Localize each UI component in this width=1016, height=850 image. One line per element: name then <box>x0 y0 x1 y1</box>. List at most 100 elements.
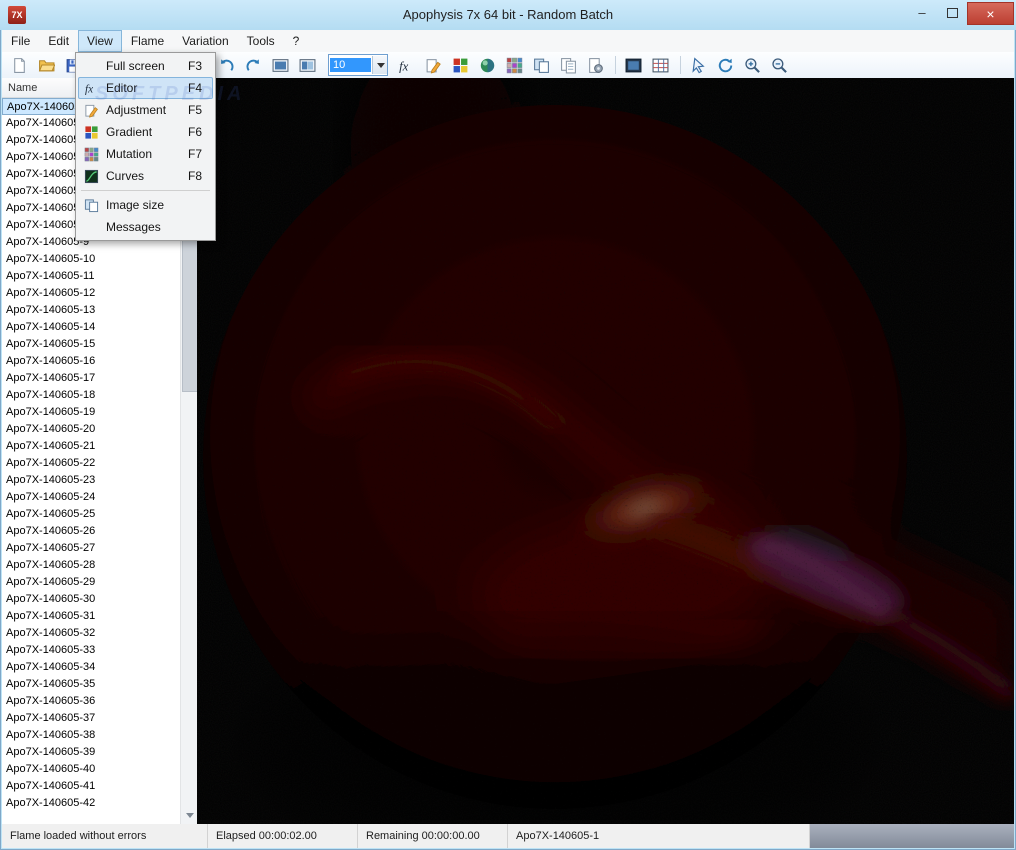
list-item[interactable]: Apo7X-140605-12 <box>2 285 180 302</box>
sphere-icon <box>479 57 496 74</box>
close-button[interactable]: × <box>967 2 1014 25</box>
zoom-out-tool-button[interactable] <box>767 54 791 76</box>
open-icon <box>38 57 55 74</box>
list-item[interactable]: Apo7X-140605-28 <box>2 557 180 574</box>
list-item[interactable]: Apo7X-140605-15 <box>2 336 180 353</box>
mutation-button[interactable] <box>502 54 526 76</box>
list-item[interactable]: Apo7X-140605-41 <box>2 778 180 795</box>
gradient-button[interactable] <box>448 54 472 76</box>
cursor-icon <box>690 56 707 74</box>
status-elapsed: Elapsed 00:00:02.00 <box>208 824 358 848</box>
list-item[interactable]: Apo7X-140605-13 <box>2 302 180 319</box>
menu-item-label: Messages <box>106 220 161 234</box>
list-item[interactable]: Apo7X-140605-37 <box>2 710 180 727</box>
image-size-button[interactable] <box>529 54 553 76</box>
menu-item-curves[interactable]: Curves F8 <box>78 165 213 187</box>
menu-edit[interactable]: Edit <box>39 30 78 52</box>
menu-file[interactable]: File <box>2 30 39 52</box>
options-button[interactable] <box>583 54 607 76</box>
options-icon <box>587 57 604 74</box>
menu-item-editor[interactable]: fx Editor F4 <box>78 77 213 99</box>
list-item[interactable]: Apo7X-140605-24 <box>2 489 180 506</box>
list-item[interactable]: Apo7X-140605-27 <box>2 540 180 557</box>
redo-button[interactable] <box>241 54 265 76</box>
rotate-tool-button[interactable] <box>713 54 737 76</box>
toolbar-separator <box>615 56 616 74</box>
list-item[interactable]: Apo7X-140605-14 <box>2 319 180 336</box>
rotate-icon <box>717 57 734 74</box>
new-icon <box>11 57 28 74</box>
menu-variation[interactable]: Variation <box>173 30 237 52</box>
menu-item-shortcut: F4 <box>188 81 203 95</box>
menu-item-shortcut: F8 <box>188 169 203 183</box>
list-item[interactable]: Apo7X-140605-10 <box>2 251 180 268</box>
list-item[interactable]: Apo7X-140605-40 <box>2 761 180 778</box>
toggle-preview-split-button[interactable] <box>295 54 319 76</box>
full-screen-button[interactable] <box>621 54 645 76</box>
list-item[interactable]: Apo7X-140605-39 <box>2 744 180 761</box>
adjustment-icon <box>425 57 442 74</box>
dropdown-arrow-icon[interactable] <box>372 56 387 74</box>
list-item[interactable]: Apo7X-140605-21 <box>2 438 180 455</box>
menu-item-gradient[interactable]: Gradient F6 <box>78 121 213 143</box>
window-title: Apophysis 7x 64 bit - Random Batch <box>402 7 614 22</box>
undo-icon <box>218 57 235 74</box>
list-item[interactable]: Apo7X-140605-33 <box>2 642 180 659</box>
list-item[interactable]: Apo7X-140605-23 <box>2 472 180 489</box>
menu-item-label: Mutation <box>106 147 153 161</box>
titlebar: 7X Apophysis 7x 64 bit - Random Batch – … <box>0 0 1016 30</box>
list-item[interactable]: Apo7X-140605-25 <box>2 506 180 523</box>
minimize-button[interactable]: – <box>907 2 937 23</box>
zoom-in-tool-button[interactable] <box>740 54 764 76</box>
open-batch-button[interactable] <box>34 54 58 76</box>
zoom-out-icon <box>771 57 788 74</box>
maximize-button[interactable] <box>937 2 967 23</box>
list-item[interactable]: Apo7X-140605-19 <box>2 404 180 421</box>
menu-item-mutation[interactable]: Mutation F7 <box>78 143 213 165</box>
menu-item-image-size[interactable]: Image size <box>78 194 213 216</box>
list-item[interactable]: Apo7X-140605-22 <box>2 455 180 472</box>
menu-tools[interactable]: Tools <box>238 30 284 52</box>
list-item[interactable]: Apo7X-140605-35 <box>2 676 180 693</box>
svg-text:fx: fx <box>399 59 409 73</box>
image-size-icon <box>81 197 101 213</box>
list-item[interactable]: Apo7X-140605-20 <box>2 421 180 438</box>
editor-button[interactable]: fx <box>394 54 418 76</box>
toggle-preview-button[interactable] <box>268 54 292 76</box>
menu-flame[interactable]: Flame <box>122 30 173 52</box>
list-item[interactable]: Apo7X-140605-18 <box>2 387 180 404</box>
menu-item-adjustment[interactable]: Adjustment F5 <box>78 99 213 121</box>
list-item[interactable]: Apo7X-140605-17 <box>2 370 180 387</box>
preview-density[interactable]: 10 <box>328 54 388 76</box>
menu-item-label: Full screen <box>106 59 165 73</box>
undo-button[interactable] <box>214 54 238 76</box>
list-item[interactable]: Apo7X-140605-34 <box>2 659 180 676</box>
list-item[interactable]: Apo7X-140605-26 <box>2 523 180 540</box>
list-item[interactable]: Apo7X-140605-29 <box>2 574 180 591</box>
menu-item-label: Adjustment <box>106 103 167 117</box>
menu-help[interactable]: ? <box>284 30 309 52</box>
menu-item-full-screen[interactable]: Full screen F3 <box>78 55 213 77</box>
render-button[interactable] <box>475 54 499 76</box>
list-item[interactable]: Apo7X-140605-42 <box>2 795 180 812</box>
select-tool-button[interactable] <box>686 54 710 76</box>
list-item[interactable]: Apo7X-140605-36 <box>2 693 180 710</box>
render-grid-button[interactable] <box>648 54 672 76</box>
list-item[interactable]: Apo7X-140605-31 <box>2 608 180 625</box>
scrollbar-down-button[interactable] <box>181 807 198 824</box>
list-item[interactable]: Apo7X-140605-30 <box>2 591 180 608</box>
list-item[interactable]: Apo7X-140605-38 <box>2 727 180 744</box>
list-item[interactable]: Apo7X-140605-16 <box>2 353 180 370</box>
list-item[interactable]: Apo7X-140605-11 <box>2 268 180 285</box>
panel2-icon <box>299 57 316 74</box>
flame-preview-canvas[interactable] <box>197 78 1014 824</box>
adjustment-button[interactable] <box>421 54 445 76</box>
new-flame-button[interactable] <box>7 54 31 76</box>
list-item[interactable]: Apo7X-140605-32 <box>2 625 180 642</box>
copy-flame-button[interactable] <box>556 54 580 76</box>
menu-view[interactable]: View <box>78 30 122 52</box>
panel-icon <box>272 57 289 74</box>
adjustment-icon <box>81 102 101 118</box>
menu-item-messages[interactable]: Messages <box>78 216 213 238</box>
table-icon <box>652 57 669 74</box>
